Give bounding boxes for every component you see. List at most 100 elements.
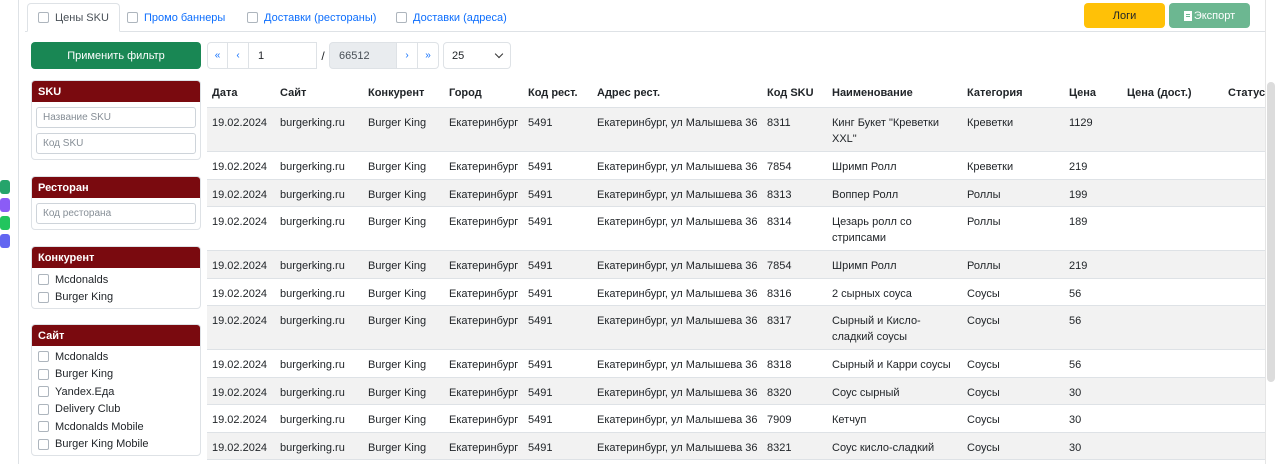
table-cell: Кетчуп — [827, 404, 962, 433]
checkbox[interactable] — [38, 403, 49, 415]
export-button[interactable]: Экспорт — [1169, 3, 1250, 28]
table-header-row: Дата Сайт Конкурент Город Код рест. Адрес рес… — [207, 80, 1265, 108]
table-row[interactable]: 19.02.2024 burgerking.ru Burger King Екатер… — [207, 305, 1265, 350]
tab-delivery-addresses[interactable]: Доставки (адреса) — [386, 3, 517, 32]
column-header[interactable]: Код SKU — [762, 80, 827, 108]
table-cell: Роллы — [962, 206, 1064, 251]
table-cell: burgerking.ru — [275, 404, 363, 433]
prev-page-button[interactable]: ‹ — [228, 42, 249, 69]
tab-label: Доставки (рестораны) — [264, 11, 377, 24]
column-header[interactable]: Город — [444, 80, 523, 108]
column-header[interactable]: Статус — [1223, 80, 1265, 108]
table-cell: 19.02.2024 — [207, 206, 275, 251]
table-cell: 7854 — [762, 151, 827, 180]
table-row[interactable]: 19.02.2024 burgerking.ru Burger King Екатер… — [207, 151, 1265, 180]
page-separator: / — [321, 48, 325, 63]
table-cell: 199 — [1064, 179, 1122, 207]
vertical-scrollbar[interactable] — [1267, 82, 1275, 382]
next-page-button[interactable]: › — [397, 42, 418, 69]
checkbox[interactable] — [38, 351, 49, 363]
tab-checkbox[interactable] — [396, 12, 407, 23]
table-cell: 1129 — [1064, 107, 1122, 152]
column-header[interactable]: Категория — [962, 80, 1064, 108]
restaurant-code-input[interactable]: Код ресторана — [36, 203, 196, 224]
site-option[interactable]: Burger King — [36, 366, 196, 384]
checkbox[interactable] — [38, 421, 49, 433]
apply-filter-button[interactable]: Применить фильтр — [31, 42, 201, 69]
table-cell: 5491 — [523, 179, 592, 207]
checkbox[interactable] — [38, 291, 49, 303]
sku-name-input[interactable]: Название SKU — [36, 107, 196, 128]
app-icon[interactable] — [0, 180, 10, 194]
option-label: Mcdonalds Mobile — [55, 420, 144, 433]
table-row[interactable]: 19.02.2024 burgerking.ru Burger King Екатер… — [207, 278, 1265, 306]
table-cell: 5491 — [523, 432, 592, 460]
table-cell: Креветки — [962, 107, 1064, 152]
site-option[interactable]: Mcdonalds — [36, 348, 196, 366]
tab-checkbox[interactable] — [38, 12, 49, 23]
column-header[interactable]: Конкурент — [363, 80, 444, 108]
table-row[interactable]: 19.02.2024 burgerking.ru Burger King Екатер… — [207, 432, 1265, 460]
last-page-button[interactable]: » — [418, 42, 439, 69]
messenger-icon[interactable] — [0, 198, 10, 212]
column-header[interactable]: Сайт — [275, 80, 363, 108]
tab-checkbox[interactable] — [127, 12, 138, 23]
pagination: « ‹ 1 / 66512 › » 25 — [207, 42, 511, 69]
table-row[interactable]: 19.02.2024 burgerking.ru Burger King Екатер… — [207, 179, 1265, 207]
table-row[interactable]: 19.02.2024 burgerking.ru Burger King Екатер… — [207, 107, 1265, 152]
checkbox[interactable] — [38, 274, 49, 286]
table-row[interactable]: 19.02.2024 burgerking.ru Burger King Екатер… — [207, 404, 1265, 433]
sku-code-input[interactable]: Код SKU — [36, 133, 196, 154]
first-page-button[interactable]: « — [207, 42, 228, 69]
column-header[interactable]: Цена — [1064, 80, 1122, 108]
table-cell: 5491 — [523, 107, 592, 152]
site-option[interactable]: Yandex.Еда — [36, 383, 196, 401]
site-option[interactable]: Delivery Club — [36, 401, 196, 419]
logs-button[interactable]: Логи — [1084, 3, 1165, 28]
tab-promo-banners[interactable]: Промо баннеры — [117, 3, 235, 32]
app-icon[interactable] — [0, 234, 10, 248]
table-cell: 5491 — [523, 305, 592, 350]
tab-delivery-restaurants[interactable]: Доставки (рестораны) — [237, 3, 386, 32]
column-header[interactable]: Адрес рест. — [592, 80, 762, 108]
table-cell: 5491 — [523, 349, 592, 378]
table-row[interactable]: 19.02.2024 burgerking.ru Burger King Екатер… — [207, 250, 1265, 279]
table-cell — [1223, 250, 1265, 279]
tab-sku-prices[interactable]: Цены SKU — [27, 3, 120, 32]
table-cell: 19.02.2024 — [207, 404, 275, 433]
checkbox[interactable] — [38, 438, 49, 450]
panel-title: SKU — [32, 81, 200, 102]
table-cell: Burger King — [363, 349, 444, 378]
table-row[interactable]: 19.02.2024 burgerking.ru Burger King Екатер… — [207, 349, 1265, 378]
restaurant-filter-panel: Ресторан Код ресторана — [31, 176, 201, 230]
table-cell: 30 — [1064, 432, 1122, 460]
page-size-select[interactable]: 25 — [443, 42, 511, 69]
site-option[interactable]: Mcdonalds Mobile — [36, 418, 196, 436]
whatsapp-icon[interactable] — [0, 216, 10, 230]
competitor-option[interactable]: Mcdonalds — [36, 271, 196, 289]
table-cell — [1122, 151, 1223, 180]
table-cell: 56 — [1064, 278, 1122, 306]
table-cell: Burger King — [363, 432, 444, 460]
table-cell: Соусы — [962, 305, 1064, 350]
site-option[interactable]: Burger King Mobile — [36, 436, 196, 454]
checkbox[interactable] — [38, 368, 49, 380]
tab-checkbox[interactable] — [247, 12, 258, 23]
table-cell: Соусы — [962, 432, 1064, 460]
table-row[interactable]: 19.02.2024 burgerking.ru Burger King Екатер… — [207, 206, 1265, 251]
table-cell: Екатеринбург — [444, 404, 523, 433]
table-cell: burgerking.ru — [275, 151, 363, 180]
column-header[interactable]: Наименование — [827, 80, 962, 108]
column-header[interactable]: Дата — [207, 80, 275, 108]
competitor-option[interactable]: Burger King — [36, 289, 196, 307]
table-cell: burgerking.ru — [275, 432, 363, 460]
column-header[interactable]: Цена (дост.) — [1122, 80, 1223, 108]
checkbox[interactable] — [38, 386, 49, 398]
table-row[interactable]: 19.02.2024 burgerking.ru Burger King Екатер… — [207, 377, 1265, 405]
page-number-input[interactable]: 1 — [249, 42, 317, 69]
table-cell: 8316 — [762, 278, 827, 306]
table-cell — [1223, 107, 1265, 152]
column-header[interactable]: Код рест. — [523, 80, 592, 108]
table-cell: Екатеринбург — [444, 250, 523, 279]
table-cell: 19.02.2024 — [207, 349, 275, 378]
